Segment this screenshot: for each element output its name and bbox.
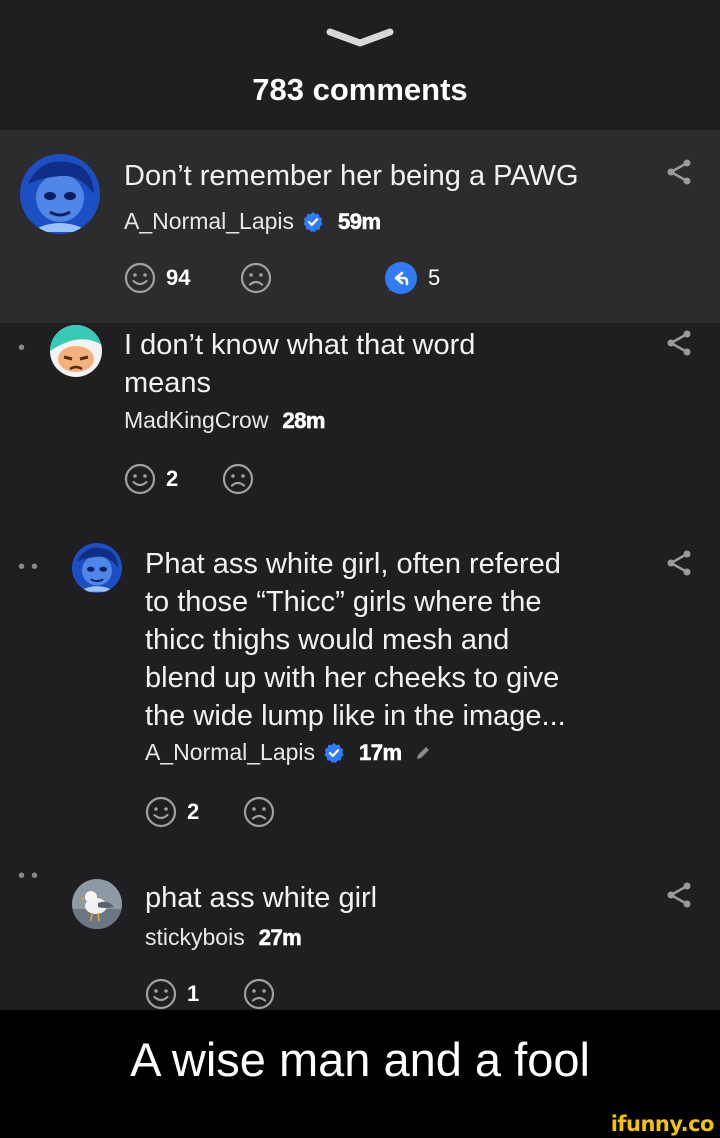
comment-time: 59m xyxy=(338,208,382,234)
frown-icon[interactable] xyxy=(222,463,254,495)
comment-text-line: blend up with her cheeks to give xyxy=(145,662,560,694)
thread-depth-indicator: •• xyxy=(18,865,45,887)
seagull-avatar-icon xyxy=(72,879,122,929)
share-icon[interactable] xyxy=(666,329,692,357)
reply-count: 5 xyxy=(428,265,441,290)
comment-text: Phat ass white girl, often refered to th… xyxy=(145,545,566,735)
comment-meta: A_Normal_Lapis 59m xyxy=(124,208,381,235)
author-name[interactable]: A_Normal_Lapis xyxy=(124,208,294,235)
smile-icon[interactable] xyxy=(124,262,156,294)
comment-text: phat ass white girl xyxy=(145,882,378,914)
avatar[interactable] xyxy=(50,325,102,377)
edited-pencil-icon xyxy=(416,746,429,759)
author-name[interactable]: MadKingCrow xyxy=(124,407,268,434)
upvote-count: 1 xyxy=(187,981,200,1006)
comment-text-line: means xyxy=(124,367,212,399)
meme-caption-bar: A wise man and a fool xyxy=(0,1010,720,1118)
thread-depth-indicator: •• xyxy=(18,556,45,578)
comment-time: 17m xyxy=(359,739,403,765)
avatar[interactable] xyxy=(20,154,100,234)
comment-4: •• phat ass white girl stickybois 27m 1 xyxy=(0,853,720,1010)
comment-actions: 94 5 xyxy=(124,261,440,295)
smile-icon[interactable] xyxy=(124,463,156,495)
comment-3: •• Phat ass white girl, often refered to… xyxy=(0,523,720,853)
lapis-avatar-icon xyxy=(72,543,122,593)
avatar[interactable] xyxy=(72,543,122,593)
upvote-count: 2 xyxy=(166,466,179,491)
frown-icon[interactable] xyxy=(243,796,275,828)
comment-actions: 1 xyxy=(145,978,275,1010)
comment-text-line: I don’t know what that word xyxy=(124,329,476,361)
comment-meta: MadKingCrow 28m xyxy=(124,407,326,434)
comment-text-line: thicc thighs would mesh and xyxy=(145,624,510,656)
comments-header: 783 comments xyxy=(0,0,720,130)
comment-meta: stickybois 27m xyxy=(145,924,302,951)
comment-actions: 2 xyxy=(124,463,254,495)
reply-icon xyxy=(385,262,417,294)
upvote-count: 94 xyxy=(166,265,191,290)
upvote-count: 2 xyxy=(187,799,200,824)
meme-caption: A wise man and a fool xyxy=(130,1033,590,1086)
comment-text: Don’t remember her being a PAWG xyxy=(124,160,579,192)
lapis-avatar-icon xyxy=(20,154,100,234)
smile-icon[interactable] xyxy=(145,978,177,1010)
frown-icon[interactable] xyxy=(240,262,272,294)
frown-icon[interactable] xyxy=(243,978,275,1010)
comment-text: I don’t know what that word means xyxy=(124,326,475,402)
comment-1: Don’t remember her being a PAWG A_Normal… xyxy=(0,130,720,323)
comment-time: 28m xyxy=(282,407,326,433)
comment-2: • I don’t know what that word means MadK… xyxy=(0,323,720,523)
verified-badge-icon xyxy=(303,211,323,232)
share-icon[interactable] xyxy=(666,881,692,909)
thread-depth-indicator: • xyxy=(18,337,32,359)
comment-text-line: the wide lump like in the image... xyxy=(145,700,566,732)
avatar[interactable] xyxy=(72,879,122,929)
comment-meta: A_Normal_Lapis 17m xyxy=(145,739,432,766)
comments-count-title: 783 comments xyxy=(252,72,468,107)
comment-time: 27m xyxy=(258,924,302,950)
share-icon[interactable] xyxy=(666,158,692,186)
crow-avatar-icon xyxy=(50,325,102,377)
comment-text-line: to those “Thicc” girls where the xyxy=(145,586,542,618)
author-name[interactable]: stickybois xyxy=(145,924,245,951)
author-name[interactable]: A_Normal_Lapis xyxy=(145,739,315,766)
smile-icon[interactable] xyxy=(145,796,177,828)
ifunny-watermark: ifunny.co xyxy=(610,1112,715,1136)
verified-badge-icon xyxy=(324,742,344,763)
comment-actions: 2 xyxy=(145,796,275,828)
share-icon[interactable] xyxy=(666,549,692,577)
comment-text-line: Phat ass white girl, often refered xyxy=(145,548,561,580)
replies-button[interactable]: 5 xyxy=(384,261,440,295)
chevron-down-icon[interactable] xyxy=(326,26,394,50)
